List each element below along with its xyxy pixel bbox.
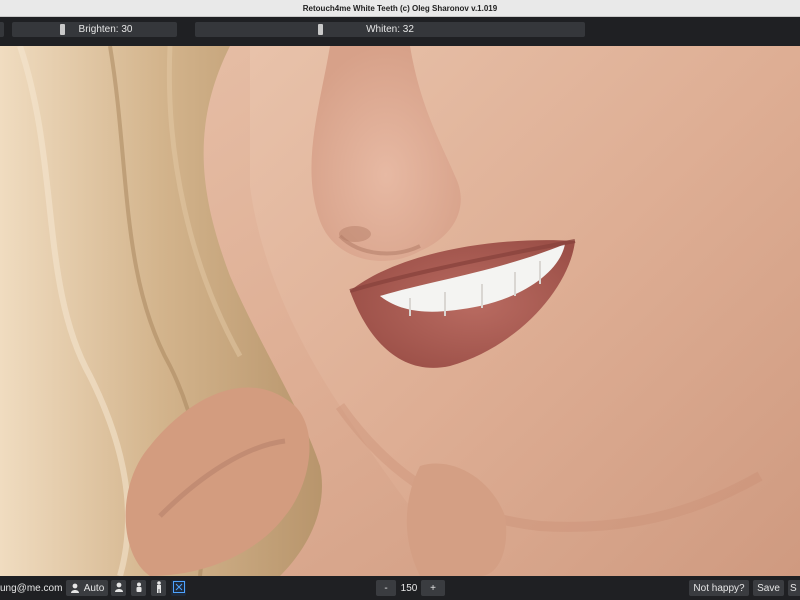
full-body-icon — [154, 580, 164, 596]
zoom-in-button[interactable]: + — [421, 580, 445, 596]
person-icon — [70, 583, 80, 593]
save-button[interactable]: Save — [753, 580, 784, 596]
whiten-slider-thumb[interactable] — [318, 24, 323, 35]
full-body-mode-button[interactable] — [151, 580, 166, 596]
compare-icon — [172, 580, 185, 596]
portrait-photo — [0, 46, 800, 576]
window-titlebar: Retouch4me White Teeth (c) Oleg Sharonov… — [0, 0, 800, 17]
auto-label: Auto — [83, 582, 105, 594]
half-body-icon — [134, 582, 144, 595]
brighten-slider[interactable]: Brighten: 30 — [12, 22, 177, 37]
not-happy-button[interactable]: Not happy? — [689, 580, 749, 596]
top-toolbar: Brighten: 30 Whiten: 32 — [0, 17, 800, 46]
compare-button[interactable] — [171, 580, 186, 596]
save-as-button[interactable]: S — [788, 580, 800, 596]
bottom-bar: ung@me.com Auto - 150 + Not happy? Save … — [0, 576, 800, 600]
half-body-mode-button[interactable] — [131, 580, 146, 596]
portrait-icon — [114, 582, 124, 595]
zoom-value: 150 — [400, 582, 418, 594]
whiten-slider[interactable]: Whiten: 32 — [195, 22, 585, 37]
whiten-slider-label: Whiten: 32 — [366, 24, 414, 35]
window-title: Retouch4me White Teeth (c) Oleg Sharonov… — [302, 3, 498, 13]
zoom-out-button[interactable]: - — [376, 580, 396, 596]
portrait-mode-button[interactable] — [111, 580, 126, 596]
account-email: ung@me.com — [0, 582, 63, 594]
brighten-slider-label: Brighten: 30 — [78, 24, 133, 35]
auto-button[interactable]: Auto — [66, 580, 108, 596]
left-slider-fragment[interactable] — [0, 22, 4, 37]
photo-canvas[interactable] — [0, 46, 800, 576]
brighten-slider-thumb[interactable] — [60, 24, 65, 35]
